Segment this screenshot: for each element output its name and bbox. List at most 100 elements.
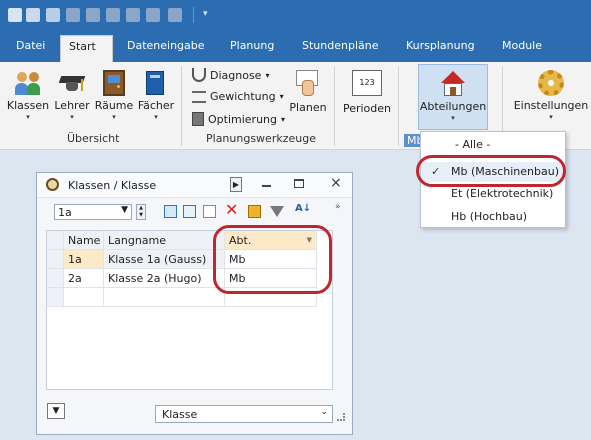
tab-kursplanung[interactable]: Kursplanung [406,39,475,52]
document-copy-icon[interactable] [146,8,160,22]
class-selector-value: 1a [58,206,72,219]
chevron-down-icon: ▾ [451,114,455,122]
einstellungen-label: Einstellungen [513,99,589,112]
books-icon [144,70,168,96]
chevron-down-icon: ▾ [154,113,158,121]
people-icon [15,70,41,96]
empty-cell[interactable] [64,288,104,307]
chevron-down-icon: ▾ [281,114,286,124]
chevron-down-icon: ▼ [121,205,128,215]
klassen-label: Klassen [6,99,50,112]
dropdown-item-et[interactable]: Et (Elektrotechnik) [451,187,591,200]
document-plus-icon[interactable] [106,8,120,22]
row-indicator [47,288,64,307]
customize-qat-chevron-icon[interactable]: ▾ [203,9,208,19]
tools-icon[interactable] [168,8,182,22]
lehrer-button[interactable]: Lehrer ▾ [52,70,92,121]
undo-icon[interactable] [46,8,60,22]
footer-select[interactable]: Klasse ⌄ [155,405,333,423]
filter-icon[interactable] [270,206,284,217]
einstellungen-button[interactable]: Einstellungen ▾ [512,70,590,121]
cell-name[interactable]: 2a [64,269,104,288]
window-toolbar: 1a ▼ ▲ ▼ ✕ A↓ » [37,199,352,223]
document-check-icon[interactable] [126,8,140,22]
column-header-langname[interactable]: Langname [104,231,225,250]
graduation-cap-icon [58,70,86,96]
highlight-oval-abt-column [213,225,332,294]
tab-start[interactable]: Start [60,35,113,62]
sort-icon[interactable]: A↓ [295,203,311,214]
delete-icon[interactable]: ✕ [225,200,238,219]
calculator-icon [192,112,204,126]
tab-module[interactable]: Module [502,39,542,52]
abteilungen-button[interactable]: Abteilungen ▾ [418,64,488,130]
qat-separator [193,7,194,23]
tab-stundenplaene[interactable]: Stundenpläne [302,39,378,52]
new-icon[interactable] [203,205,216,218]
raeume-button[interactable]: Räume ▾ [94,70,134,121]
cell-langname[interactable]: Klasse 1a (Gauss) [104,250,225,269]
stepper-icon[interactable]: ▲ ▼ [136,204,146,220]
house-icon [440,71,466,97]
planungswerkzeuge-group-label: Planungswerkzeuge [206,132,316,145]
optimierung-label: Optimierung [208,112,277,126]
quick-access-toolbar: ▾ [0,0,591,31]
column-header-name[interactable]: Name [64,231,104,250]
stethoscope-icon [192,68,206,82]
save-icon[interactable] [26,8,40,22]
planen-label: Planen [289,101,327,114]
scale-icon [192,90,206,103]
ribbon-tab-bar: Datei Start Dateneingabe Planung Stunden… [0,31,591,62]
gewichtung-button[interactable]: Gewichtung ▾ [192,90,284,103]
diagnose-button[interactable]: Diagnose ▾ [192,68,269,82]
document-icon[interactable] [86,8,100,22]
perioden-button[interactable]: 123 Perioden [340,70,394,115]
window-titlebar[interactable]: Klassen / Klasse ▶ × [37,173,352,198]
print-icon[interactable] [66,8,80,22]
ribbon-separator [181,66,182,146]
gewichtung-label: Gewichtung [210,90,276,103]
calendar-123-icon: 123 [352,70,382,96]
dropdown-item-hb[interactable]: Hb (Hochbau) [451,210,591,223]
grid-corner [47,231,64,250]
uebersicht-group-label: Übersicht [67,132,120,145]
cell-langname[interactable]: Klasse 2a (Hugo) [104,269,225,288]
tab-datei[interactable]: Datei [16,39,45,52]
empty-cell[interactable] [104,288,225,307]
klassen-button[interactable]: Klassen ▾ [6,70,50,121]
row-indicator [47,269,64,288]
chevron-down-icon: ⌄ [320,407,328,417]
edit-icon[interactable] [248,205,261,218]
row-indicator [47,250,64,269]
faecher-button[interactable]: Fächer ▾ [136,70,176,121]
planen-button[interactable]: Planen [288,70,328,114]
toolbar-icon[interactable] [8,8,22,22]
chevron-down-icon: ▾ [26,113,30,121]
footer-select-value: Klasse [162,408,198,421]
more-chevron-icon[interactable]: » [335,202,341,212]
chevron-down-icon: ▾ [265,70,270,80]
class-selector[interactable]: 1a ▼ [54,204,132,220]
klassen-window: Klassen / Klasse ▶ × 1a ▼ ▲ ▼ ✕ A↓ » Name… [36,172,353,435]
maximize-icon[interactable] [294,179,304,188]
minimize-icon[interactable] [262,185,271,187]
resize-grip-icon[interactable] [337,413,345,421]
chevron-down-icon: ▾ [549,113,553,121]
gear-icon [538,70,564,96]
tab-dateneingabe[interactable]: Dateneingabe [127,39,205,52]
ribbon-separator [398,66,399,146]
play-icon[interactable]: ▶ [230,177,242,192]
chevron-down-icon: ▾ [112,113,116,121]
optimierung-button[interactable]: Optimierung ▾ [192,112,285,126]
tab-planung[interactable]: Planung [230,39,274,52]
chevron-down-icon: ▾ [70,113,74,121]
chevron-down-icon: ▾ [279,92,284,101]
add-row-icon[interactable] [164,205,177,218]
clock-icon [46,178,59,191]
close-icon[interactable]: × [330,175,342,191]
raeume-label: Räume [94,99,134,112]
list-icon[interactable] [183,205,196,218]
footer-menu-button[interactable]: ▼ [47,403,65,419]
dropdown-item-alle[interactable]: - Alle - [455,138,591,151]
cell-name[interactable]: 1a [64,250,104,269]
